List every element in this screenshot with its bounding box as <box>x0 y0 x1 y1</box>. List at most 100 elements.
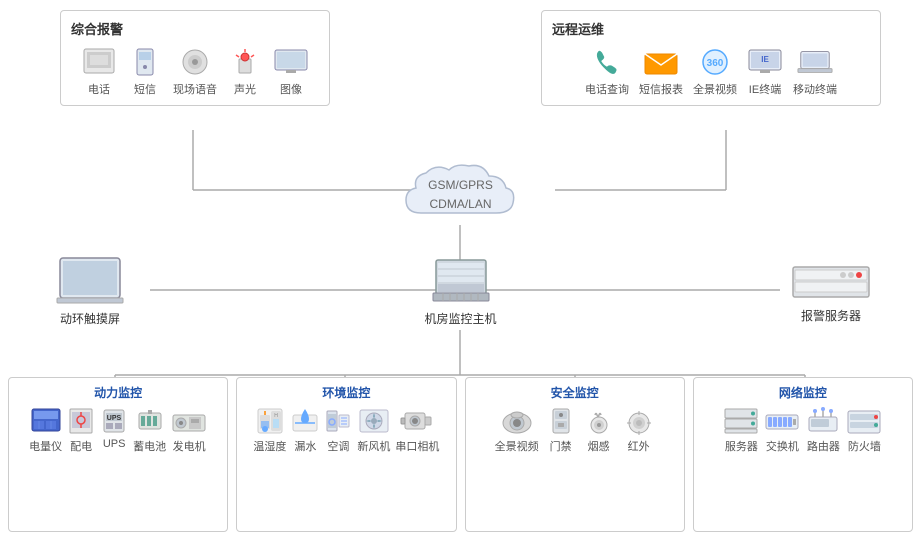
remote-box-title: 远程运维 <box>552 19 870 38</box>
infrared-icon <box>623 407 655 435</box>
firewall-device: 防火墙 <box>846 407 882 454</box>
thermometer-icon: H <box>256 407 284 435</box>
battery-device: 蓄电池 <box>133 407 166 454</box>
svg-text:IE: IE <box>761 55 769 64</box>
switch-icon <box>764 407 800 435</box>
alarm-light-icon <box>227 46 263 78</box>
cloud-text: GSM/GPRS CDMA/LAN <box>428 176 493 214</box>
switch-label: 交换机 <box>766 438 799 454</box>
alarm-light: 声光 <box>227 46 263 97</box>
main-host-icon <box>428 255 493 305</box>
svg-text:H: H <box>274 413 278 419</box>
remote-icons-row: 电话查询 短信报表 360 全景视频 <box>552 46 870 97</box>
water-sensor: 漏水 <box>291 407 319 454</box>
distribution-icon <box>67 407 95 435</box>
access-control-icon <box>547 407 575 435</box>
remote-ie: IE IE终端 <box>747 46 783 97</box>
ac-device: 空调 <box>324 407 352 454</box>
alarm-phone-label: 电话 <box>88 81 110 97</box>
network-monitor-box: 网络监控 服务器 <box>693 377 913 532</box>
alarm-phone: 电话 <box>81 46 117 97</box>
svg-text:360: 360 <box>707 58 724 69</box>
serial-cam-icon <box>399 407 435 435</box>
serial-cam-device: 串口相机 <box>395 407 439 454</box>
power-monitor-title: 动力监控 <box>14 384 222 401</box>
firewall-icon <box>846 407 882 435</box>
net-server-icon <box>723 407 759 435</box>
alarm-sms: 短信 <box>127 46 163 97</box>
ac-label: 空调 <box>327 438 349 454</box>
alarm-audio-label: 现场语音 <box>173 81 217 97</box>
svg-text:UPS: UPS <box>107 415 122 422</box>
panorama-cam-label: 全景视频 <box>495 438 539 454</box>
security-icons: 全景视频 门禁 <box>471 407 679 454</box>
remote-video-label: 全景视频 <box>693 81 737 97</box>
alarm-box-title: 综合报警 <box>71 19 319 38</box>
speaker-icon <box>177 46 213 78</box>
fan-icon <box>358 407 390 435</box>
smoke-icon <box>583 407 615 435</box>
main-host-device: 机房监控主机 <box>424 255 496 327</box>
access-control-device: 门禁 <box>547 407 575 454</box>
alarm-audio: 现场语音 <box>173 46 217 97</box>
alarm-sms-label: 短信 <box>134 81 156 97</box>
power-icons: 电量仪 配电 <box>14 407 222 454</box>
laptop-icon <box>797 46 833 78</box>
electric-meter-label: 电量仪 <box>29 438 62 454</box>
alarm-light-label: 声光 <box>234 81 256 97</box>
router-icon <box>805 407 841 435</box>
generator-device: 发电机 <box>171 407 207 454</box>
fan-label: 新风机 <box>357 438 390 454</box>
network-monitor-title: 网络监控 <box>699 384 907 401</box>
remote-phone: 电话查询 <box>585 46 629 97</box>
net-server-label: 服务器 <box>725 438 758 454</box>
sms-icon <box>127 46 163 78</box>
smoke-label: 烟感 <box>588 438 610 454</box>
image-monitor-icon <box>273 46 309 78</box>
security-monitor-box: 安全监控 全景视频 <box>465 377 685 532</box>
ups-icon: UPS <box>100 407 128 435</box>
content-layer: 综合报警 电话 短信 <box>0 0 921 537</box>
panorama-cam-icon <box>499 407 535 435</box>
router-label: 路由器 <box>807 438 840 454</box>
smoke-device: 烟感 <box>583 407 615 454</box>
touchscreen-label: 动环触摸屏 <box>60 310 120 327</box>
alarm-image-label: 图像 <box>280 81 302 97</box>
switch-device: 交换机 <box>764 407 800 454</box>
bottom-section: 动力监控 电量仪 <box>8 377 913 532</box>
serial-cam-label: 串口相机 <box>395 438 439 454</box>
remote-mobile-label: 移动终端 <box>793 81 837 97</box>
net-server-device: 服务器 <box>723 407 759 454</box>
electric-meter: 电量仪 <box>29 407 62 454</box>
distribution-box: 配电 <box>67 407 95 454</box>
ie-monitor-icon: IE <box>747 46 783 78</box>
remote-sms-label: 短信报表 <box>639 81 683 97</box>
camera360-icon: 360 <box>697 46 733 78</box>
generator-label: 发电机 <box>173 438 206 454</box>
security-monitor-title: 安全监控 <box>471 384 679 401</box>
remote-mobile: 移动终端 <box>793 46 837 97</box>
remote-ie-label: IE终端 <box>749 81 781 97</box>
env-monitor-box: 环境监控 H 温湿度 <box>236 377 456 532</box>
fan-device: 新风机 <box>357 407 390 454</box>
thermometer-label: 温湿度 <box>253 438 286 454</box>
alarm-server-label: 报警服务器 <box>801 307 861 324</box>
alarm-box: 综合报警 电话 短信 <box>60 10 330 106</box>
remote-phone-label: 电话查询 <box>585 81 629 97</box>
phone-icon <box>81 46 117 78</box>
distribution-label: 配电 <box>70 438 92 454</box>
panorama-cam-device: 全景视频 <box>495 407 539 454</box>
touchscreen-icon <box>55 255 125 305</box>
main-host-label: 机房监控主机 <box>424 310 496 327</box>
cloud-area: GSM/GPRS CDMA/LAN <box>391 158 531 231</box>
alarm-image: 图像 <box>273 46 309 97</box>
power-monitor-box: 动力监控 电量仪 <box>8 377 228 532</box>
access-control-label: 门禁 <box>550 438 572 454</box>
ups-label: UPS <box>103 438 126 450</box>
electric-meter-icon <box>30 407 62 435</box>
remote-video: 360 全景视频 <box>693 46 737 97</box>
battery-label: 蓄电池 <box>133 438 166 454</box>
alarm-icons-row: 电话 短信 现场语音 <box>71 46 319 97</box>
remote-phone-icon <box>589 46 625 78</box>
water-label: 漏水 <box>294 438 316 454</box>
